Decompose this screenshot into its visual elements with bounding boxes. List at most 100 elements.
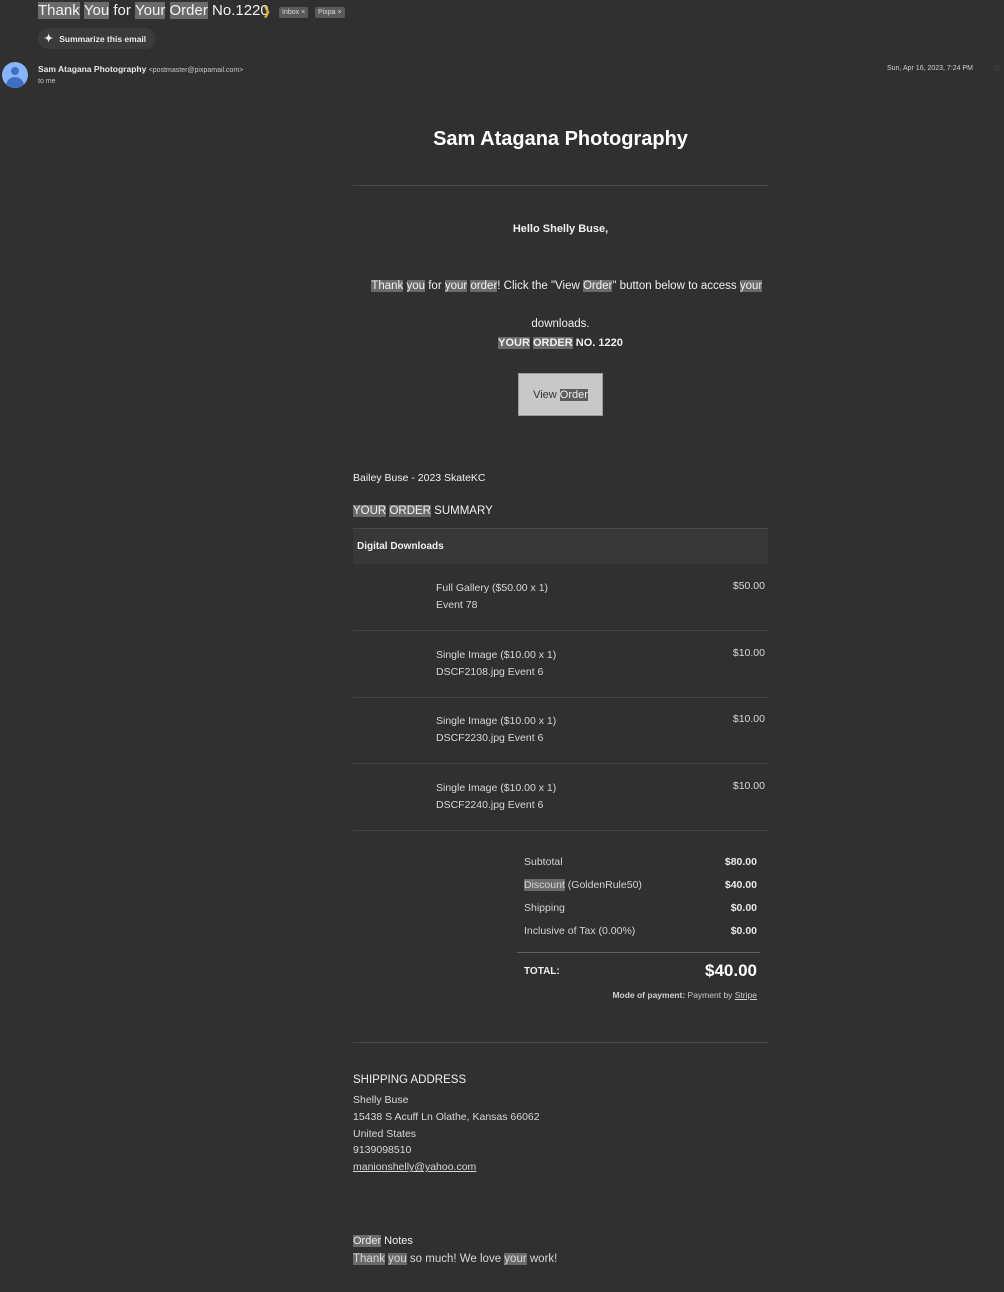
recipient-to-me[interactable]: to me (38, 78, 56, 85)
star-icon[interactable]: ☆ (993, 63, 1002, 74)
hl-word: you (406, 280, 426, 292)
view-order-button[interactable]: View Order (518, 373, 603, 416)
text: for (425, 280, 445, 292)
label-chip-pixpa[interactable]: Pixpa × (315, 7, 345, 18)
item-line-1: Single Image ($10.00 x 1) (436, 715, 557, 727)
order-item: Full Gallery ($50.00 x 1) Event 78 $50.00 (353, 564, 768, 631)
text: ! Click the "View (497, 280, 583, 292)
item-name: Single Image ($10.00 x 1) DSCF2108.jpg Ev… (436, 647, 556, 681)
divider (353, 1042, 768, 1043)
ship-name: Shelly Buse (353, 1094, 409, 1106)
sparkle-icon: ✦ (44, 33, 54, 45)
hl-word: YOUR (498, 337, 530, 349)
total-value: $40.00 (705, 961, 757, 980)
item-line-2: DSCF2230.jpg Event 6 (436, 732, 544, 744)
hl-word: your (739, 280, 763, 292)
discount-code: (GoldenRule50) (564, 879, 642, 891)
order-notes-text: Thank you so much! We love your work! (353, 1253, 768, 1265)
text: " button below to access (612, 280, 740, 292)
shipping-value: $0.00 (730, 902, 757, 914)
order-item: Single Image ($10.00 x 1) DSCF2230.jpg Ev… (353, 697, 768, 764)
order-item: Single Image ($10.00 x 1) DSCF2108.jpg Ev… (353, 631, 768, 698)
mop-provider-link[interactable]: Stripe (735, 990, 757, 1000)
discount-value: $40.00 (724, 879, 757, 891)
text: NO. 1220 (572, 337, 623, 349)
hl-word: YOUR (353, 505, 387, 517)
item-line-2: Event 78 (436, 599, 478, 611)
hl-word: Thank (371, 280, 404, 292)
sender[interactable]: Sam Atagana Photography <postmaster@pixp… (38, 64, 243, 74)
hl-word: Order (353, 1235, 382, 1247)
text: Notes (381, 1235, 413, 1247)
order-notes-heading: Order Notes (353, 1235, 768, 1247)
subtotal-row: Subtotal $80.00 (524, 856, 757, 872)
mop-text: Payment by (685, 990, 735, 1000)
subject-word: Order (169, 2, 208, 19)
divider (353, 185, 768, 186)
tax-value: $0.00 (730, 925, 757, 937)
item-line-2: DSCF2108.jpg Event 6 (436, 666, 544, 678)
ship-street: 15438 S Acuff Ln Olathe, Kansas 66062 (353, 1110, 540, 1123)
text: SUMMARY (430, 505, 493, 517)
hl-word: Thank (353, 1253, 385, 1265)
importance-marker-icon[interactable]: ❱ (262, 7, 272, 18)
hl-word: your (444, 280, 468, 292)
item-price: $10.00 (732, 713, 765, 725)
item-line-1: Full Gallery ($50.00 x 1) (436, 582, 549, 594)
subtotal-value: $80.00 (724, 856, 757, 868)
subtotal-label: Subtotal (524, 856, 563, 868)
ship-phone: 9139098510 (353, 1144, 412, 1157)
order-summary-heading: YOUR ORDER SUMMARY (353, 505, 768, 517)
text: work! (526, 1253, 558, 1265)
hl-word: you (388, 1253, 407, 1265)
gallery-name: Bailey Buse - 2023 SkateKC (353, 472, 486, 484)
item-name: Single Image ($10.00 x 1) DSCF2230.jpg Ev… (436, 713, 556, 747)
shipping-heading: SHIPPING ADDRESS (353, 1074, 467, 1086)
total-label: TOTAL: (524, 966, 560, 977)
email-date: Sun, Apr 16, 2023, 7:24 PM (887, 65, 974, 72)
hl-word: Order (582, 280, 613, 292)
item-name: Single Image ($10.00 x 1) DSCF2240.jpg Ev… (436, 780, 556, 814)
tax-label: Inclusive of Tax (0.00%) (524, 925, 636, 937)
shipping-label: Shipping (524, 902, 565, 914)
item-price: $10.00 (732, 780, 765, 792)
order-item: Single Image ($10.00 x 1) DSCF2240.jpg Ev… (353, 764, 768, 831)
store-title: Sam Atagana Photography (433, 128, 688, 150)
summarize-label: Summarize this email (59, 33, 147, 44)
avatar (2, 62, 28, 88)
item-price: $50.00 (732, 580, 765, 592)
hl-word: order (470, 280, 498, 292)
thanks-message: Thank you for your order! Click the "Vie… (353, 258, 768, 334)
hl-word: ORDER (532, 337, 573, 349)
mode-of-payment: Mode of payment: Payment by Stripe (520, 990, 757, 1000)
sender-name: Sam Atagana Photography (38, 64, 147, 74)
discount-row: Discount (GoldenRule50) $40.00 (524, 879, 757, 895)
totals-divider (517, 952, 760, 953)
shipping-address: Shelly Buse 15438 S Acuff Ln Olathe, Kan… (353, 1092, 768, 1176)
item-name: Full Gallery ($50.00 x 1) Event 78 (436, 580, 548, 614)
tax-row: Inclusive of Tax (0.00%) $0.00 (524, 925, 757, 941)
mop-label: Mode of payment: (612, 990, 686, 1000)
avatar-head (11, 67, 19, 75)
discount-label: Discount (524, 879, 565, 891)
text: so much! We love (406, 1253, 505, 1265)
subject-word: Thank (38, 2, 80, 19)
ship-country: United States (353, 1127, 417, 1140)
label-chip-inbox[interactable]: Inbox × (279, 7, 309, 18)
view-order-label: View (533, 388, 560, 401)
summarize-button[interactable]: ✦ Summarize this email (38, 28, 157, 49)
ship-email-link[interactable]: manionshelly@yahoo.com (353, 1161, 476, 1173)
hl-word: ORDER (389, 505, 431, 517)
sender-email: <postmaster@pixpamail.com> (148, 67, 244, 74)
thanks-line-1: Thank you for your order! Click the "Vie… (353, 258, 768, 315)
item-line-2: DSCF2240.jpg Event 6 (436, 799, 544, 811)
thanks-line-2: downloads. (531, 318, 590, 330)
subject-text: No.1220 (207, 2, 269, 19)
email-subject: Thank You for Your Order No.1220 (38, 2, 269, 19)
hl-word: your (504, 1253, 527, 1265)
greeting: Hello Shelly Buse, (512, 223, 609, 235)
order-number: YOUR ORDER NO. 1220 (353, 337, 768, 349)
item-line-1: Single Image ($10.00 x 1) (436, 782, 557, 794)
shipping-row: Shipping $0.00 (524, 902, 757, 918)
item-line-1: Single Image ($10.00 x 1) (436, 649, 557, 661)
